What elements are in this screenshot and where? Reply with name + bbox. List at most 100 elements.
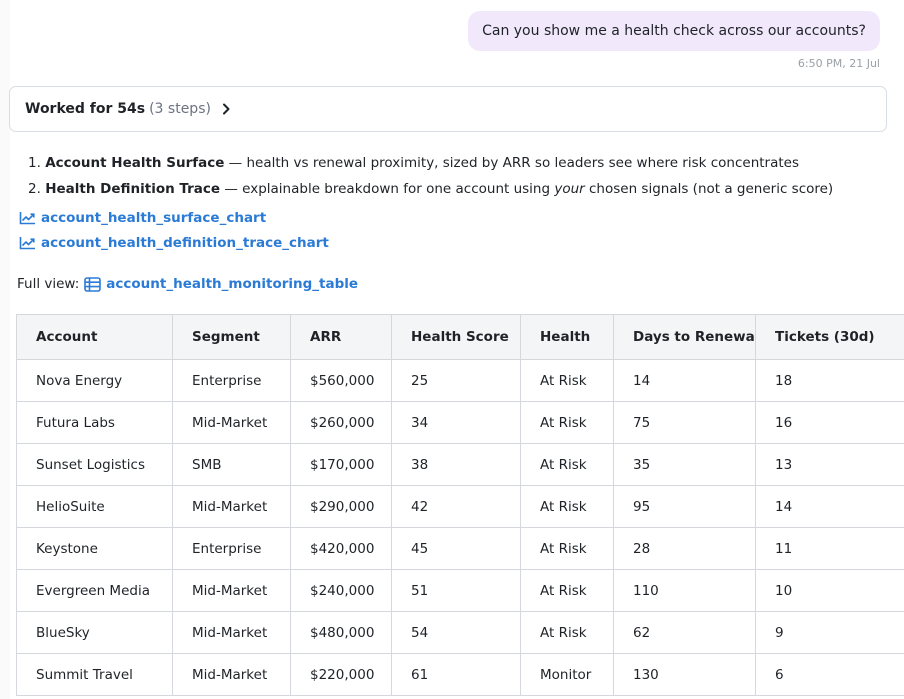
chevron-right-icon [222,103,231,115]
table-cell: 38 [391,443,521,486]
table-cell: Mid-Market [172,611,291,654]
column-header[interactable]: Segment [172,314,291,360]
table-cell: Evergreen Media [16,569,173,612]
table-cell: 14 [613,359,756,402]
table-cell: Enterprise [172,359,291,402]
table-cell: At Risk [520,611,614,654]
table-cell: Monitor [520,653,614,696]
table-cell: 35 [613,443,756,486]
table-cell: 51 [391,569,521,612]
table-row: Sunset Logistics SMB $170,000 38 At Risk… [16,443,904,486]
table-cell: Summit Travel [16,653,173,696]
table-cell: 62 [613,611,756,654]
summary-list: 1. Account Health Surface — health vs re… [28,150,833,202]
account-health-monitoring-table-link[interactable]: account_health_monitoring_table [84,276,358,292]
table-row: Summit Travel Mid-Market $220,000 61 Mon… [16,653,904,696]
worked-step-count: (3 steps) [149,101,211,117]
summary-item-1: 1. Account Health Surface — health vs re… [28,155,800,171]
table-cell: 75 [613,401,756,444]
table-cell: At Risk [520,359,614,402]
table-cell: 13 [755,443,904,486]
account-health-definition-trace-chart-link[interactable]: account_health_definition_trace_chart [19,235,329,251]
table-cell: Mid-Market [172,569,291,612]
table-cell: 16 [755,401,904,444]
table-cell: $290,000 [290,485,392,528]
table-cell: 42 [391,485,521,528]
column-header[interactable]: Health Score [391,314,521,360]
column-header[interactable]: Tickets (30d) [755,314,904,360]
table-row: HelioSuite Mid-Market $290,000 42 At Ris… [16,485,904,528]
user-message-text: Can you show me a health check across ou… [482,23,866,39]
table-row: Nova Energy Enterprise $560,000 25 At Ri… [16,359,904,402]
account-health-table-container: Account Segment ARR Health Score Health … [16,314,904,699]
line-chart-icon [19,237,35,250]
table-cell: Nova Energy [16,359,173,402]
summary-item-2-emphasis: your [554,181,585,197]
table-cell: 9 [755,611,904,654]
summary-item-2: 2. Health Definition Trace — explainable… [28,181,834,197]
table-cell: Sunset Logistics [16,443,173,486]
table-cell: At Risk [520,443,614,486]
table-cell: $170,000 [290,443,392,486]
table-link-label: account_health_monitoring_table [106,276,359,292]
summary-item-2-title: Health Definition Trace [45,181,221,197]
table-cell: 54 [391,611,521,654]
full-view-label: Full view: [17,276,80,292]
summary-item-1-title: Account Health Surface [45,155,225,171]
account-health-surface-chart-link[interactable]: account_health_surface_chart [19,210,266,226]
table-cell: 25 [391,359,521,402]
table-cell: $480,000 [290,611,392,654]
table-cell: 110 [613,569,756,612]
chart-link-label: account_health_surface_chart [41,210,267,226]
table-cell: 11 [755,527,904,570]
table-cell: 14 [755,485,904,528]
table-cell: 28 [613,527,756,570]
chat-page: Can you show me a health check across ou… [0,0,904,699]
message-timestamp: 6:50 PM, 21 Jul [797,57,880,70]
table-cell: $260,000 [290,401,392,444]
chart-link-label: account_health_definition_trace_chart [41,235,329,251]
line-chart-icon [19,212,35,225]
table-cell: At Risk [520,569,614,612]
table-row: BlueSky Mid-Market $480,000 54 At Risk 6… [16,611,904,654]
table-cell: At Risk [520,527,614,570]
table-cell: Enterprise [172,527,291,570]
account-health-table: Account Segment ARR Health Score Health … [16,314,904,696]
table-cell: $220,000 [290,653,392,696]
table-row: Futura Labs Mid-Market $260,000 34 At Ri… [16,401,904,444]
table-cell: 45 [391,527,521,570]
table-cell: 34 [391,401,521,444]
column-header[interactable]: Days to Renewal [613,314,756,360]
table-cell: $560,000 [290,359,392,402]
table-cell: HelioSuite [16,485,173,528]
worked-steps-toggle[interactable]: Worked for 54s (3 steps) [9,86,887,132]
table-cell: 130 [613,653,756,696]
table-cell: SMB [172,443,291,486]
table-cell: BlueSky [16,611,173,654]
table-cell: 95 [613,485,756,528]
table-cell: Mid-Market [172,653,291,696]
table-cell: 61 [391,653,521,696]
table-header-row: Account Segment ARR Health Score Health … [16,314,904,360]
table-row: Evergreen Media Mid-Market $240,000 51 A… [16,569,904,612]
column-header[interactable]: Account [16,314,173,360]
column-header[interactable]: ARR [290,314,392,360]
user-message-bubble: Can you show me a health check across ou… [468,11,880,51]
table-cell: 10 [755,569,904,612]
table-cell: At Risk [520,401,614,444]
table-cell: Mid-Market [172,401,291,444]
table-cell: $240,000 [290,569,392,612]
table-cell: Keystone [16,527,173,570]
table-cell: Mid-Market [172,485,291,528]
column-header[interactable]: Health [520,314,614,360]
summary-item-1-text: — health vs renewal proximity, sized by … [224,155,800,171]
table-cell: Futura Labs [16,401,173,444]
table-cell: 6 [755,653,904,696]
table-cell: 18 [755,359,904,402]
table-icon [84,276,102,292]
table-cell: At Risk [520,485,614,528]
full-view-line: Full view: account_health_monitoring_tab… [17,276,358,292]
worked-duration: Worked for 54s [25,101,146,117]
table-row: Keystone Enterprise $420,000 45 At Risk … [16,527,904,570]
table-cell: $420,000 [290,527,392,570]
